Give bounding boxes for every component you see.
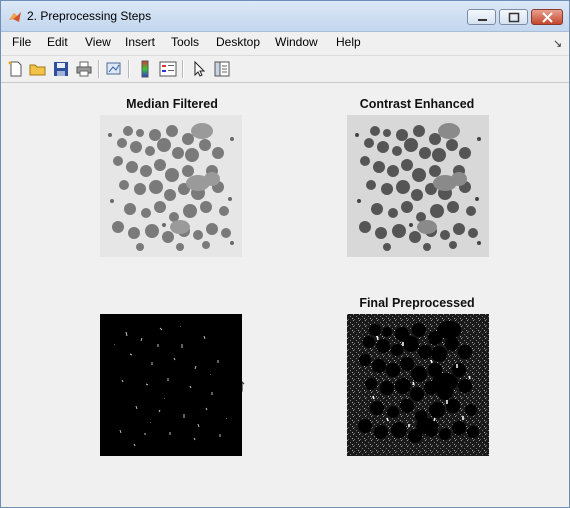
close-button[interactable] (531, 9, 563, 25)
print-icon[interactable] (75, 60, 93, 78)
new-figure-icon[interactable] (7, 60, 25, 78)
edit-plot-arrow-icon[interactable] (190, 60, 208, 78)
toolbar-separator (182, 60, 184, 78)
link-plot-icon[interactable] (105, 60, 123, 78)
figure-window: 2. Preprocessing Steps File Edit View In… (0, 0, 570, 508)
figure-toolbar (1, 55, 569, 83)
window-title: 2. Preprocessing Steps (27, 9, 152, 23)
matlab-logo-icon (8, 10, 22, 24)
menu-desktop[interactable]: Desktop (216, 35, 260, 49)
median-filtered-image[interactable] (100, 115, 242, 257)
contrast-enhanced-image[interactable] (347, 115, 489, 257)
menu-insert[interactable]: Insert (125, 35, 155, 49)
menu-window[interactable]: Window (275, 35, 318, 49)
bottom-left-image[interactable] (100, 314, 242, 456)
dock-arrow-icon[interactable]: ↘ (553, 37, 562, 50)
open-file-icon[interactable] (29, 60, 47, 78)
toolbar-separator (128, 60, 130, 78)
legend-icon[interactable] (159, 60, 177, 78)
colorbar-icon[interactable] (136, 60, 154, 78)
toolbar-separator (98, 60, 100, 78)
axes-title-contrast: Contrast Enhanced (359, 97, 475, 111)
menu-tools[interactable]: Tools (171, 35, 199, 49)
menu-help[interactable]: Help (336, 35, 361, 49)
menu-bar: File Edit View Insert Tools Desktop Wind… (1, 32, 569, 54)
menu-view[interactable]: View (85, 35, 111, 49)
axes-title-median: Median Filtered (126, 97, 218, 111)
minimize-button[interactable] (467, 9, 496, 25)
menu-edit[interactable]: Edit (47, 35, 68, 49)
save-icon[interactable] (52, 60, 70, 78)
axes-title-final: Final Preprocessed (359, 296, 475, 310)
maximize-button[interactable] (499, 9, 528, 25)
property-inspector-icon[interactable] (213, 60, 231, 78)
final-preprocessed-image[interactable] (347, 314, 489, 456)
menu-file[interactable]: File (12, 35, 31, 49)
figure-canvas: Median Filtered Contrast Enhanced Final … (5, 83, 565, 501)
title-bar[interactable]: 2. Preprocessing Steps (1, 1, 569, 32)
